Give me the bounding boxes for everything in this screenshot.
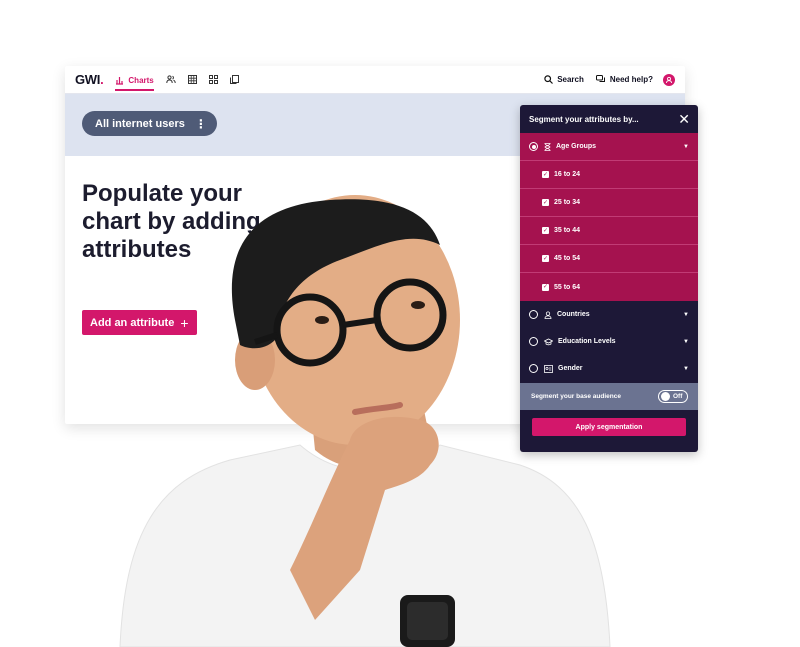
user-avatar[interactable] bbox=[663, 73, 675, 86]
checkbox-checked[interactable]: ✓ bbox=[542, 227, 549, 234]
base-audience-toggle[interactable]: Off bbox=[658, 390, 688, 403]
chevron-down-icon: ▼ bbox=[683, 311, 689, 318]
radio-button[interactable] bbox=[529, 142, 538, 151]
segment-panel-header: Segment your attributes by... ✕ bbox=[529, 111, 690, 127]
segment-option[interactable]: ✓ 16 to 24 bbox=[520, 161, 698, 189]
radio-button[interactable] bbox=[529, 337, 538, 346]
id-card-icon bbox=[544, 364, 553, 373]
chevron-down-icon: ▼ bbox=[683, 338, 689, 345]
segment-option[interactable]: ✓ 55 to 64 bbox=[520, 273, 698, 301]
user-icon bbox=[666, 76, 672, 83]
hourglass-icon bbox=[544, 142, 551, 151]
radio-button[interactable] bbox=[529, 310, 538, 319]
checkbox-checked[interactable]: ✓ bbox=[542, 255, 549, 262]
close-icon[interactable]: ✕ bbox=[678, 112, 690, 126]
search-link[interactable]: Search bbox=[544, 75, 584, 84]
segment-group-gender[interactable]: Gender ▼ bbox=[520, 355, 698, 382]
segment-option[interactable]: ✓ 25 to 34 bbox=[520, 189, 698, 217]
checkbox-checked[interactable]: ✓ bbox=[542, 283, 549, 291]
person-icon bbox=[544, 310, 552, 319]
top-navigation-bar: GWI. Charts Search Need help? bbox=[65, 66, 685, 94]
segment-group-age-groups[interactable]: Age Groups ▼ bbox=[520, 133, 698, 161]
reports-icon[interactable] bbox=[229, 75, 239, 84]
gwi-logo[interactable]: GWI. bbox=[75, 72, 104, 87]
segment-group-education-levels[interactable]: Education Levels ▼ bbox=[520, 328, 698, 355]
chevron-down-icon: ▼ bbox=[683, 143, 689, 150]
segment-option[interactable]: ✓ 35 to 44 bbox=[520, 217, 698, 245]
more-options-icon[interactable]: ⋮ bbox=[195, 117, 207, 131]
table-icon[interactable] bbox=[187, 75, 197, 84]
dashboard-icon[interactable] bbox=[208, 75, 218, 84]
search-icon bbox=[544, 75, 554, 84]
apply-segmentation-button[interactable]: Apply segmentation bbox=[532, 418, 686, 436]
segment-base-audience-row: Segment your base audience Off bbox=[520, 383, 698, 410]
checkbox-checked[interactable]: ✓ bbox=[542, 171, 549, 178]
need-help-link[interactable]: Need help? bbox=[595, 75, 653, 84]
radio-button[interactable] bbox=[529, 364, 538, 373]
checkbox-checked[interactable]: ✓ bbox=[542, 199, 549, 206]
chat-bubble-icon bbox=[595, 75, 605, 82]
segment-option[interactable]: ✓ 45 to 54 bbox=[520, 245, 698, 273]
chevron-down-icon: ▼ bbox=[683, 365, 689, 372]
bar-chart-icon bbox=[116, 77, 124, 85]
audience-selector[interactable]: All internet users ⋮ bbox=[82, 111, 217, 136]
audiences-icon[interactable] bbox=[166, 75, 176, 84]
segment-group-countries[interactable]: Countries ▼ bbox=[520, 301, 698, 328]
graduation-cap-icon bbox=[544, 338, 553, 346]
nav-tab-charts[interactable]: Charts bbox=[115, 69, 154, 91]
segment-panel: Segment your attributes by... ✕ Age Grou… bbox=[520, 105, 698, 452]
